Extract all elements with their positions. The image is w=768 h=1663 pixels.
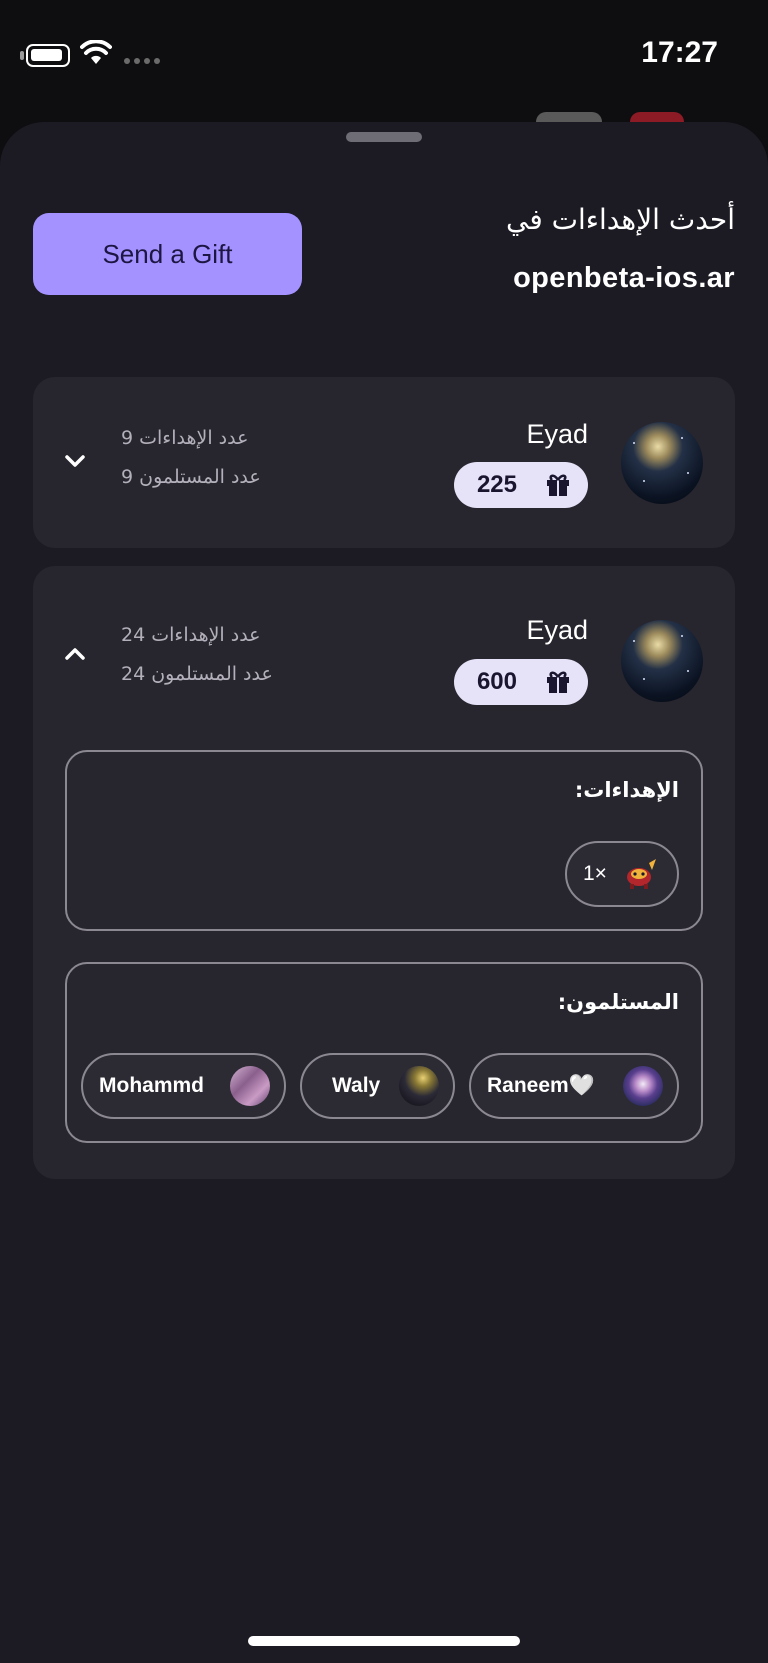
recipient-avatar	[623, 1066, 663, 1106]
battery-icon	[20, 44, 70, 67]
gifts-section: الإهداءات: 1×	[65, 750, 703, 931]
gifts-count-label: عدد الإهداءات 24	[121, 624, 261, 646]
recipient-name: Mohammd	[99, 1074, 204, 1097]
sender-avatar[interactable]	[621, 620, 703, 702]
gift-total-value: 225	[476, 471, 517, 498]
wifi-icon	[80, 40, 112, 64]
recipient-name: Raneem🤍	[487, 1074, 595, 1097]
send-gift-button[interactable]: Send a Gift	[33, 213, 302, 295]
sender-name: Eyad	[526, 615, 588, 645]
community-name: openbeta-ios.ar	[513, 262, 735, 294]
recipient-avatar	[230, 1066, 270, 1106]
status-time: 17:27	[641, 36, 718, 69]
gifts-section-title: الإهداءات:	[574, 778, 679, 802]
recipient-chip[interactable]: Mohammd	[81, 1053, 286, 1119]
gift-stats: عدد الإهداءات 24 عدد المستلمون 24	[121, 616, 273, 694]
gift-item-icon	[627, 859, 656, 889]
gift-total-value: 600	[476, 668, 517, 695]
home-indicator	[248, 1636, 520, 1646]
gift-item-count: 1×	[583, 862, 607, 885]
gifts-bottom-sheet: Send a Gift أحدث الإهداءات في openbeta-i…	[0, 122, 768, 1663]
gift-icon	[547, 474, 569, 496]
gift-item[interactable]: 1×	[565, 841, 679, 907]
recipient-chip[interactable]: Raneem🤍	[469, 1053, 679, 1119]
sender-avatar[interactable]	[621, 422, 703, 504]
gift-total-badge: 225	[453, 462, 588, 508]
sheet-drag-handle[interactable]	[346, 132, 422, 142]
gift-total-badge: 600	[453, 659, 588, 705]
gift-card[interactable]: عدد الإهداءات 9 عدد المستلمون 9 Eyad 225	[33, 377, 735, 548]
recipient-avatar	[399, 1066, 439, 1106]
gift-stats: عدد الإهداءات 9 عدد المستلمون 9	[121, 419, 261, 497]
recipients-count-label: عدد المستلمون 24	[121, 663, 273, 685]
signal-dots-icon	[124, 58, 160, 64]
recipients-section-title: المستلمون:	[557, 990, 679, 1014]
recipients-count-label: عدد المستلمون 9	[121, 466, 261, 488]
chevron-down-icon[interactable]	[61, 447, 89, 475]
status-bar: 17:27	[0, 0, 768, 112]
recipient-chip[interactable]: Waly	[300, 1053, 455, 1119]
recipient-name: Waly	[332, 1074, 381, 1097]
sender-name: Eyad	[526, 419, 588, 449]
gift-card-expanded[interactable]: عدد الإهداءات 24 عدد المستلمون 24 Eyad 6…	[33, 566, 735, 1179]
chevron-up-icon[interactable]	[61, 640, 89, 668]
gift-icon	[547, 671, 569, 693]
page-title: أحدث الإهداءات في	[506, 203, 735, 236]
recipients-section: المستلمون: Raneem🤍 Waly Mohammd	[65, 962, 703, 1143]
gifts-count-label: عدد الإهداءات 9	[121, 427, 249, 449]
